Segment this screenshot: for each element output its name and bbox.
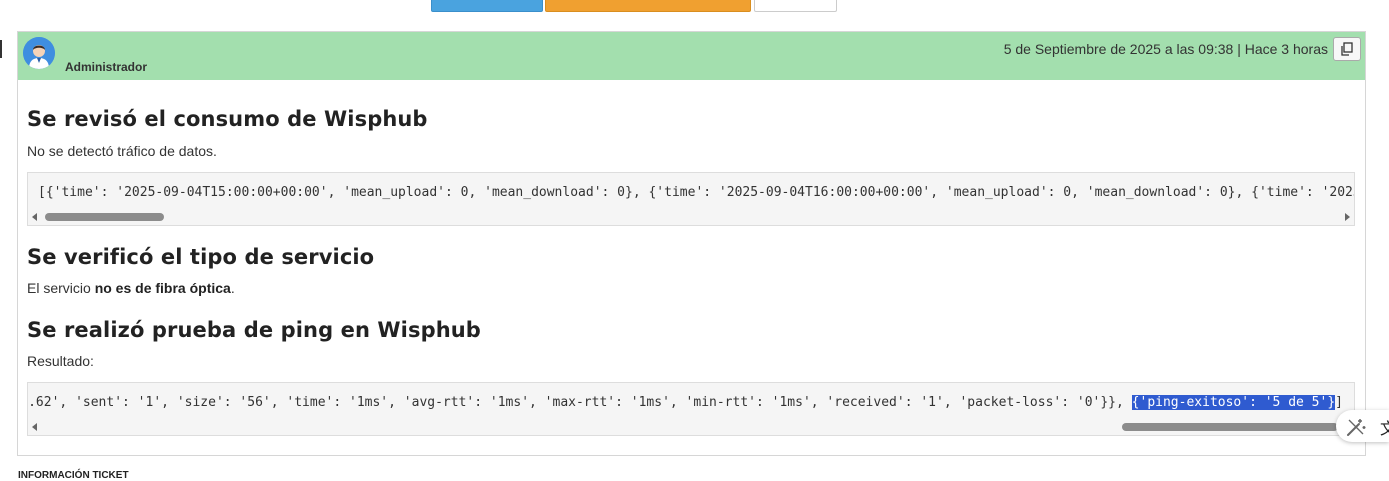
copy-button[interactable] bbox=[1333, 37, 1361, 61]
section-text-ping: Resultado: bbox=[27, 353, 94, 369]
horizontal-scrollbar[interactable] bbox=[28, 209, 1354, 225]
top-action-button-blue[interactable] bbox=[431, 0, 543, 12]
scroll-left-icon[interactable] bbox=[32, 213, 37, 221]
ping-code-highlight: {'ping-exitoso': '5 de 5'} bbox=[1131, 395, 1336, 410]
avatar bbox=[23, 37, 55, 69]
scroll-thumb[interactable] bbox=[1122, 423, 1338, 431]
top-action-button-white[interactable] bbox=[754, 0, 837, 12]
translate-icon[interactable]: 文 bbox=[1380, 415, 1389, 439]
servicio-text-after: . bbox=[230, 280, 235, 296]
ping-code-text: 2.62', 'sent': '1', 'size': '56', 'time'… bbox=[27, 395, 1132, 410]
section-title-servicio: Se verificó el tipo de servicio bbox=[27, 245, 375, 269]
scroll-thumb[interactable] bbox=[45, 213, 164, 221]
left-edge-marker bbox=[0, 40, 2, 58]
copy-icon bbox=[1341, 42, 1353, 56]
code-block-ping[interactable]: 2.62', 'sent': '1', 'size': '56', 'time'… bbox=[27, 382, 1355, 436]
servicio-text-bold: no es de fibra óptica bbox=[94, 280, 231, 296]
comment-card: Administrador 5 de Septiembre de 2025 a … bbox=[17, 31, 1366, 456]
horizontal-scrollbar[interactable] bbox=[28, 419, 1354, 435]
servicio-text-before: El servicio bbox=[27, 280, 95, 296]
section-text-servicio: El servicio no es de fibra óptica. bbox=[27, 280, 235, 296]
magic-wand-icon[interactable] bbox=[1345, 416, 1367, 438]
section-text-consumo: No se detectó tráfico de datos. bbox=[27, 143, 217, 159]
code-block-consumo[interactable]: [{'time': '2025-09-04T15:00:00+00:00', '… bbox=[27, 172, 1355, 226]
comment-timestamp: 5 de Septiembre de 2025 a las 09:38 | Ha… bbox=[1003, 41, 1328, 57]
user-avatar-icon bbox=[23, 37, 55, 69]
ping-code-end: ] bbox=[1335, 395, 1343, 410]
comment-author: Administrador bbox=[65, 60, 148, 74]
code-text-ping: 2.62', 'sent': '1', 'size': '56', 'time'… bbox=[27, 395, 1343, 410]
section-title-consumo: Se revisó el consumo de Wisphub bbox=[27, 107, 428, 131]
comment-header: Administrador 5 de Septiembre de 2025 a … bbox=[18, 32, 1365, 80]
browser-extension-widget[interactable]: 文 bbox=[1336, 410, 1389, 442]
code-text-consumo: [{'time': '2025-09-04T15:00:00+00:00', '… bbox=[38, 185, 1355, 200]
section-title-ping: Se realizó prueba de ping en Wisphub bbox=[27, 318, 481, 342]
scroll-right-icon[interactable] bbox=[1345, 213, 1350, 221]
top-action-button-orange[interactable] bbox=[545, 0, 751, 12]
scroll-left-icon[interactable] bbox=[32, 423, 37, 431]
ticket-info-label: INFORMACIÓN TICKET bbox=[18, 470, 129, 481]
